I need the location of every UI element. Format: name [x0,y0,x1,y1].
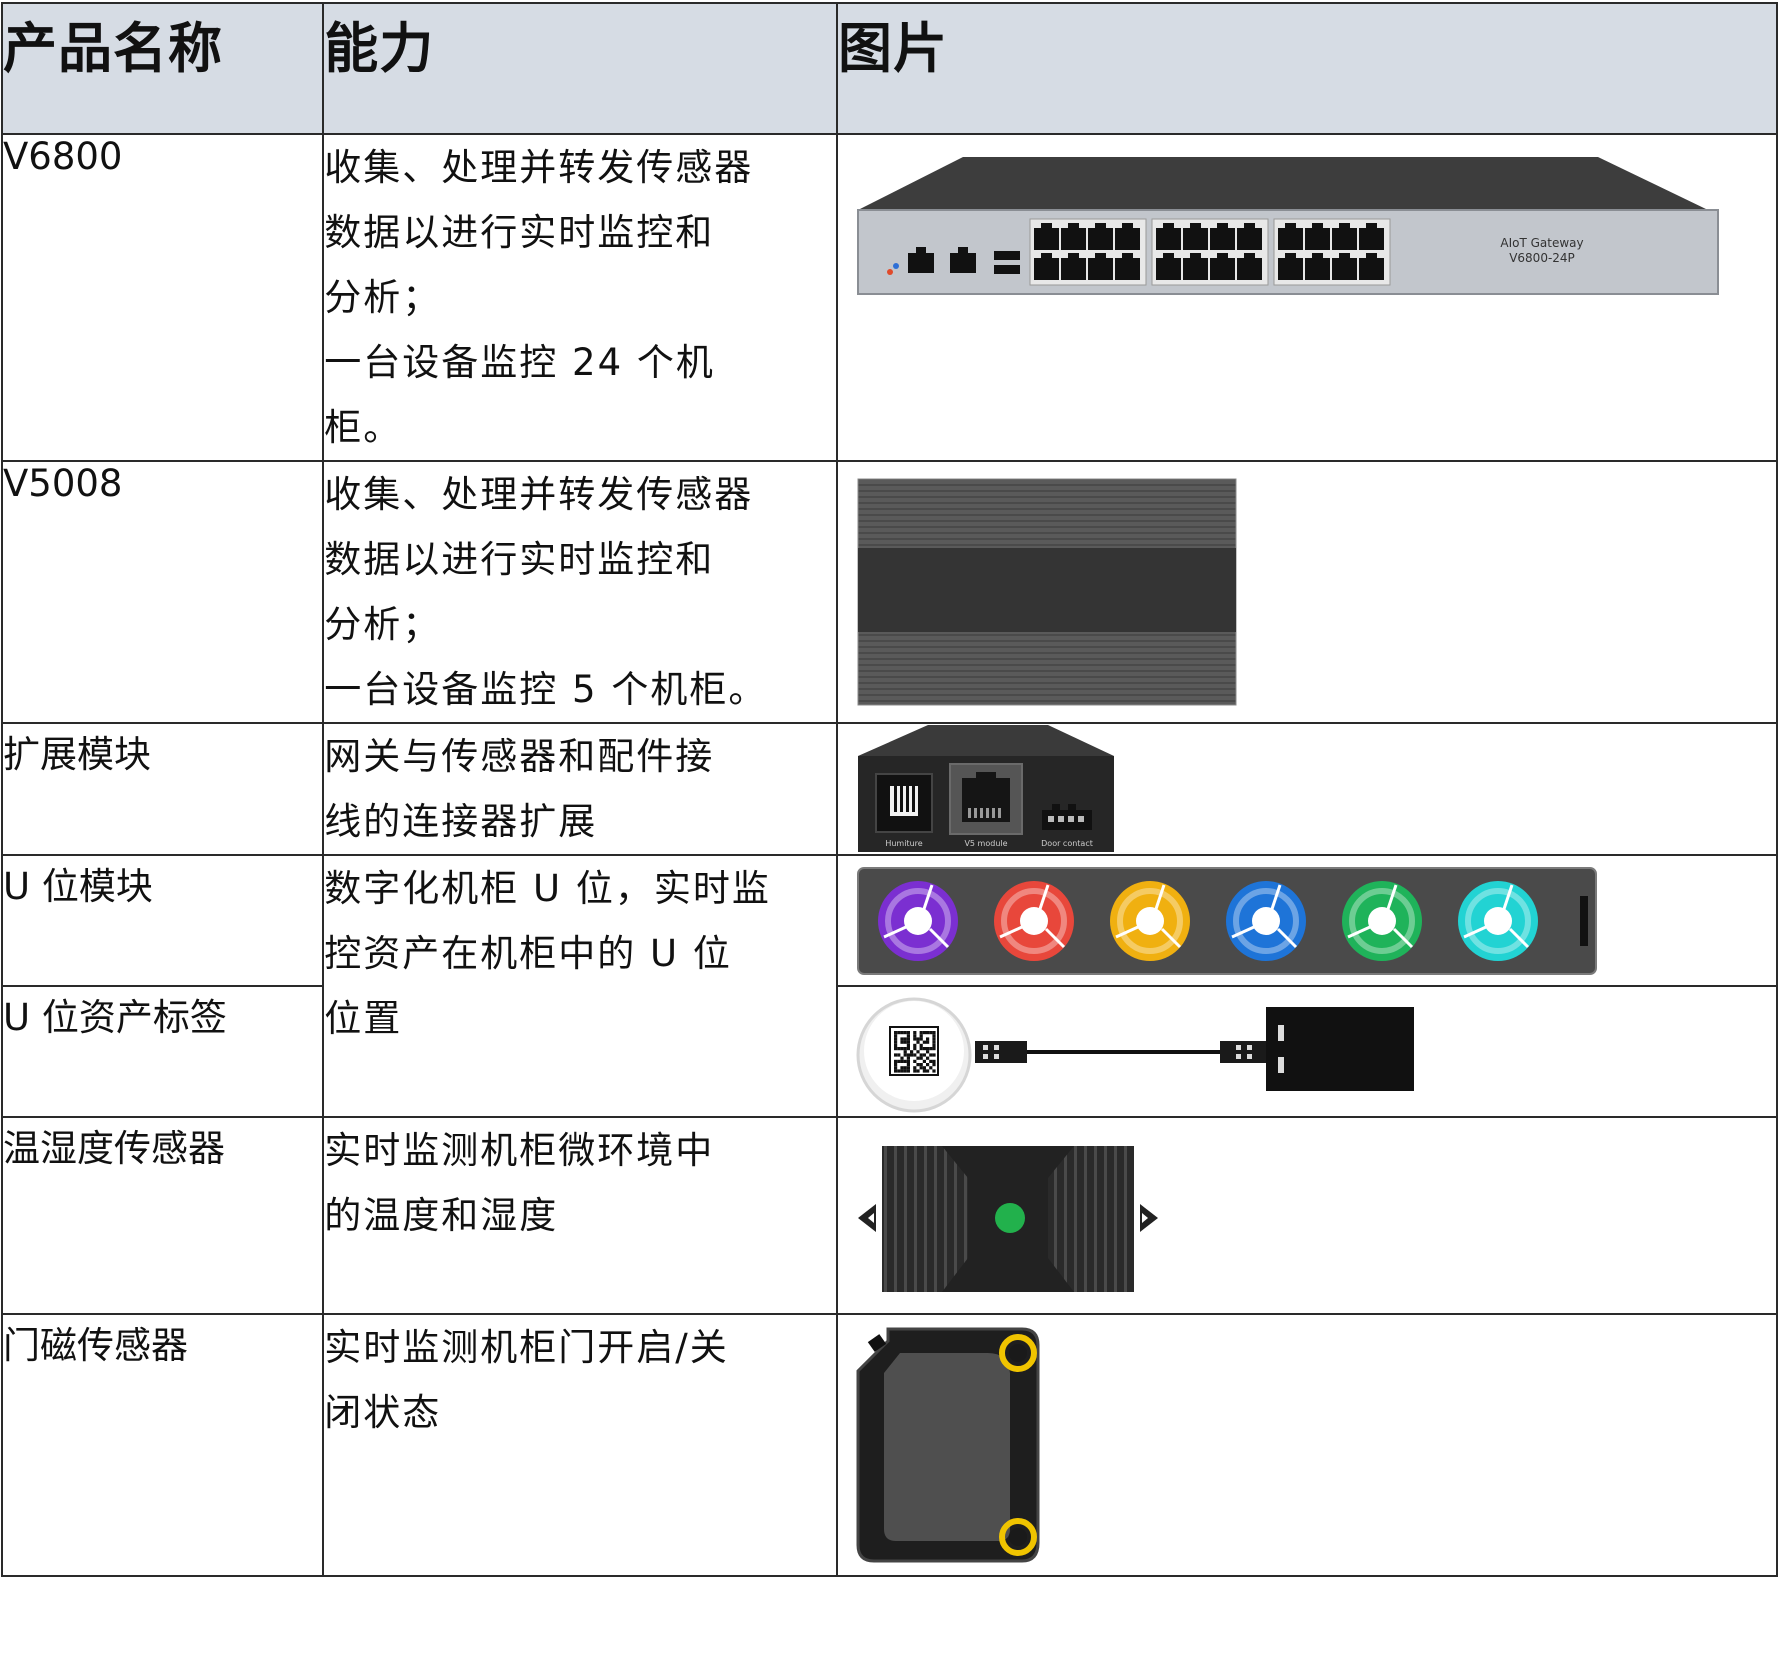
capability-line: 位置 [324,997,403,1040]
ethernet-port-groups [1029,218,1391,286]
capability-line: 一台设备监控 24 个机 [324,341,715,384]
capability-line: 数字化机柜 U 位，实时监 [324,867,771,910]
product-image-cell [836,1116,1778,1315]
door-sensor-image [856,1327,1040,1563]
port-label: V5 module [964,839,1007,848]
product-name: 温湿度传感器 [0,1116,325,1315]
table-row: 门磁传感器 实时监测机柜门开启/关 闭状态 [0,1313,1778,1577]
product-image-cell: AIoT Gateway V6800-24P [836,133,1778,462]
product-capability: 实时监测机柜门开启/关 闭状态 [322,1313,839,1577]
table-row: V5008 收集、处理并转发传感器 数据以进行实时监控和 分析； 一台设备监控 … [0,460,1778,724]
port-label: Humiture [885,839,922,848]
capability-line: 控资产在机柜中的 U 位 [324,932,732,975]
product-capability: 网关与传感器和配件接 线的连接器扩展 [322,722,839,856]
capability-line: 分析； [324,276,442,319]
product-name: U 位资产标签 [0,985,325,1118]
u-asset-tag-image [856,997,1415,1113]
product-capability: 收集、处理并转发传感器 数据以进行实时监控和 分析； 一台设备监控 24 个机 … [322,133,839,462]
header-image: 图片 [836,2,1778,135]
header-capability: 能力 [322,2,839,135]
table-row: U 位资产标签 [0,985,1778,1118]
product-image-cell [836,985,1778,1118]
header-product-name: 产品名称 [0,2,325,135]
product-image-cell: Humiture V5 module Door contact [836,722,1778,856]
capability-line: 数据以进行实时监控和 [324,211,715,254]
expansion-module-image: Humiture V5 module Door contact [858,725,1115,852]
table-row: U 位模块 数字化机柜 U 位，实时监 控资产在机柜中的 U 位 位置 [0,854,1778,1118]
product-name: V6800 [0,133,325,462]
product-name: U 位模块 [0,854,325,987]
product-capability: 实时监测机柜微环境中 的温度和湿度 [322,1116,839,1315]
temp-humidity-sensor-image [858,1146,1159,1292]
port-label: Door contact [1041,839,1093,848]
product-name: V5008 [0,460,325,724]
gateway-v5008-image [857,478,1237,706]
capability-line: 收集、处理并转发传感器 [324,473,754,516]
capability-line: 实时监测机柜微环境中 [324,1129,715,1172]
capability-line: 的温度和湿度 [324,1194,559,1237]
capability-line: 闭状态 [324,1391,442,1434]
product-name: 扩展模块 [0,722,325,856]
capability-line: 数据以进行实时监控和 [324,538,715,581]
product-capability: 数字化机柜 U 位，实时监 控资产在机柜中的 U 位 位置 [322,854,839,1118]
u-position-module-image [857,867,1598,975]
gateway-v6800-image: AIoT Gateway V6800-24P [857,157,1720,295]
table-row: 温湿度传感器 实时监测机柜微环境中 的温度和湿度 [0,1116,1778,1315]
table-row: V6800 收集、处理并转发传感器 数据以进行实时监控和 分析； 一台设备监控 … [0,133,1778,462]
gateway-label-line-2: V6800-24P [1509,251,1575,265]
capability-line: 实时监测机柜门开启/关 [324,1326,729,1369]
gateway-label-line-1: AIoT Gateway [1500,236,1583,250]
product-name: 门磁传感器 [0,1313,325,1577]
product-image-cell [836,1313,1778,1577]
product-image-cell [836,854,1778,987]
product-capability: 收集、处理并转发传感器 数据以进行实时监控和 分析； 一台设备监控 5 个机柜。 [322,460,839,724]
status-led-icon [995,1203,1026,1233]
table-row: 扩展模块 网关与传感器和配件接 线的连接器扩展 Humiture V5 modu… [0,722,1778,856]
product-table: 产品名称 能力 图片 V6800 收集、处理并转发传感器 数据以进行实时监控和 … [0,2,1778,1577]
capability-line: 柜。 [324,406,403,449]
capability-line: 收集、处理并转发传感器 [324,146,754,189]
capability-line: 分析； [324,603,442,646]
capability-line: 网关与传感器和配件接 [324,735,715,778]
product-image-cell [836,460,1778,724]
capability-line: 线的连接器扩展 [324,800,598,843]
capability-line: 一台设备监控 5 个机柜。 [324,668,768,711]
header-row: 产品名称 能力 图片 [0,2,1778,135]
